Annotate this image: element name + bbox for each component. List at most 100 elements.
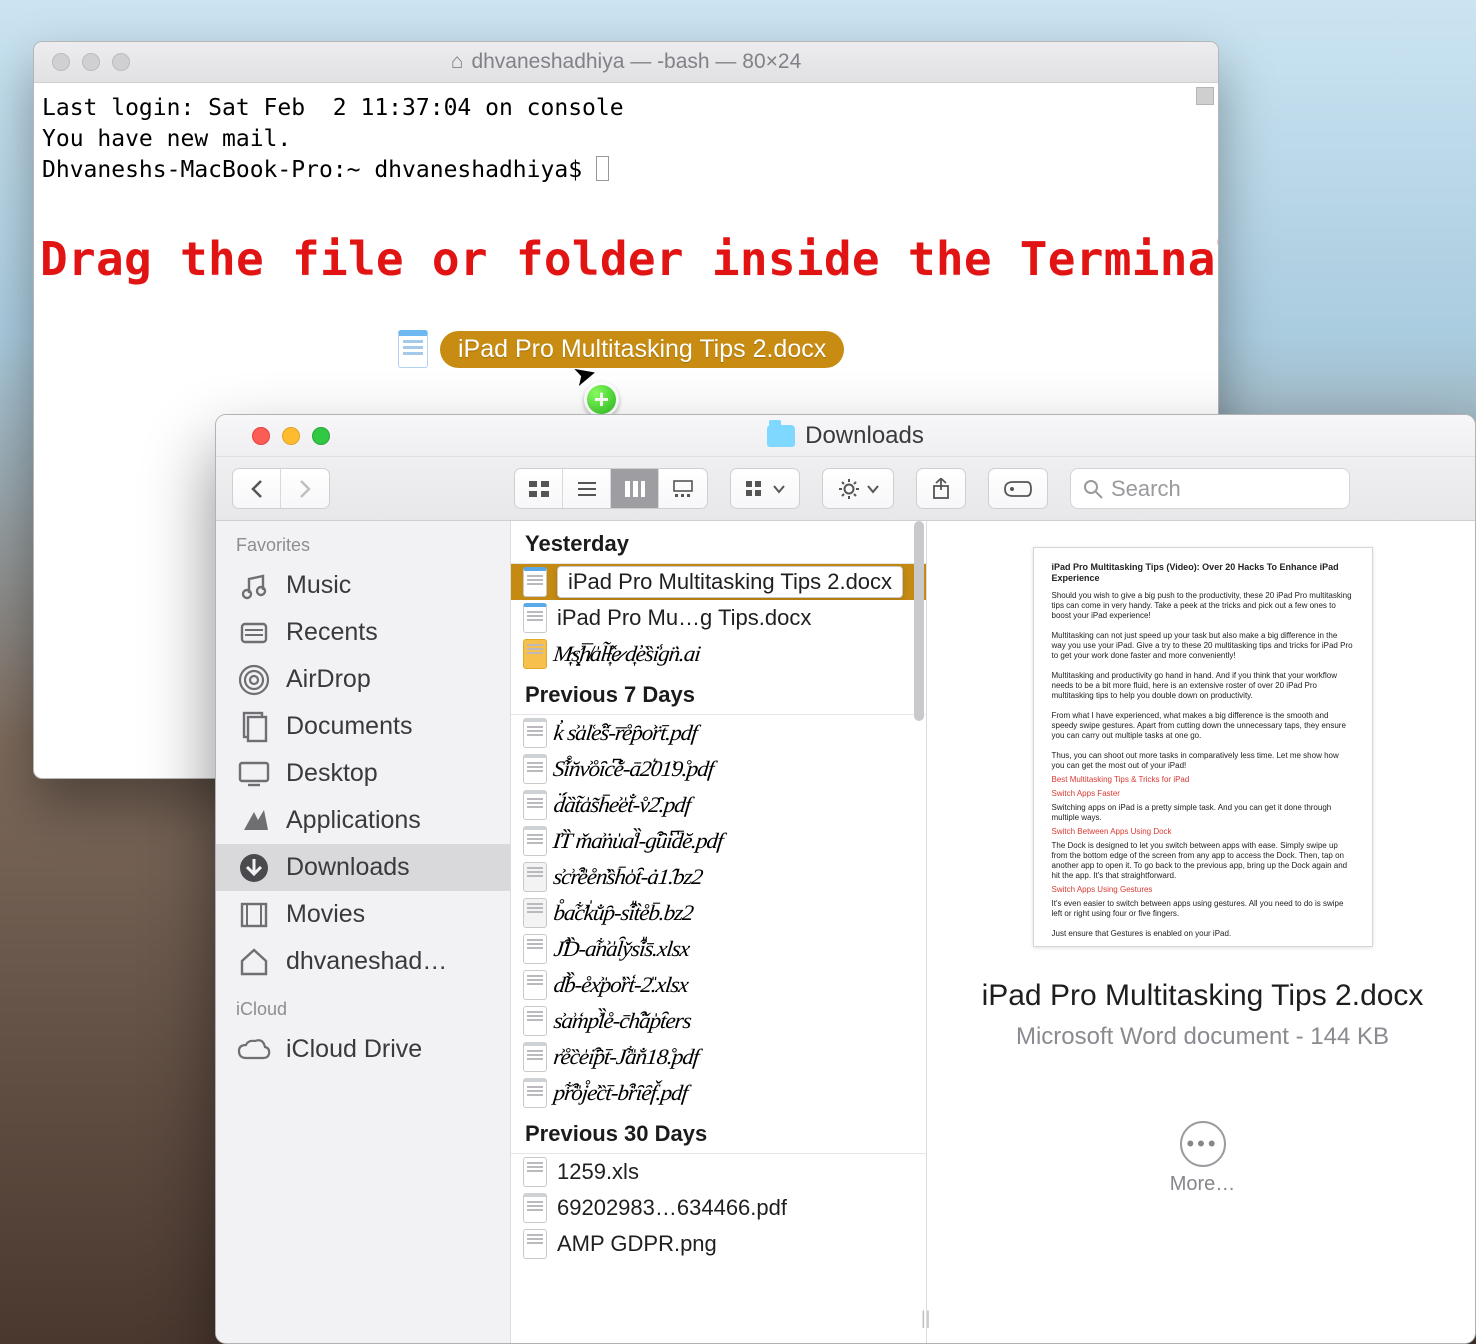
docx-icon xyxy=(398,330,428,368)
search-icon xyxy=(1083,479,1103,499)
sidebar-item-label: Desktop xyxy=(286,759,378,788)
sidebar-item-documents[interactable]: Documents xyxy=(216,703,510,750)
sidebar-section-favorites: Favorites xyxy=(216,521,510,562)
action-button[interactable] xyxy=(822,468,894,509)
sidebar-item-desktop[interactable]: Desktop xyxy=(216,750,510,797)
file-icon xyxy=(523,1229,547,1259)
file-name: d̈́ȁt̃a̍s͂h̄e͐e̍t̐-v̊2̑.pdf xyxy=(552,792,691,818)
list-item[interactable]: d͋b̏-e̊x͐p̍o͑ȑt̒-2̎.xlsx xyxy=(511,967,926,1003)
file-icon xyxy=(523,934,547,964)
sidebar-item-downloads[interactable]: Downloads xyxy=(216,844,510,891)
list-item[interactable]: k̓ s͐a̍l͑e͒s̈́-r̅e̊p̑o͗r̈t̄.pdf xyxy=(511,715,926,751)
sidebar-item-applications[interactable]: Applications xyxy=(216,797,510,844)
sidebar-item-airdrop[interactable]: AirDrop xyxy=(216,656,510,703)
traffic-close[interactable] xyxy=(252,427,270,445)
sidebar-item-label: dhvaneshad… xyxy=(286,947,447,976)
traffic-zoom[interactable] xyxy=(312,427,330,445)
list-item[interactable]: p͋r͒o̎j̊e͐c̏t̄-b͒r̍ȋȇf̌.pdf xyxy=(511,1075,926,1111)
file-icon xyxy=(523,603,547,633)
sidebar-item-label: Movies xyxy=(286,900,365,929)
file-name: 69202983…634466.pdf xyxy=(557,1195,787,1221)
sidebar-item-recents[interactable]: Recents xyxy=(216,609,510,656)
file-icon xyxy=(523,826,547,856)
preview-subtitle: Microsoft Word document - 144 KB xyxy=(1016,1023,1389,1051)
preview-title: iPad Pro Multitasking Tips 2.docx xyxy=(982,977,1424,1015)
view-list-button[interactable] xyxy=(563,469,611,508)
sidebar-section-icloud: iCloud xyxy=(216,985,510,1026)
list-item[interactable]: J͒D̏-a͋n͐a̍l̑y̌s͒i̎s̄.xlsx xyxy=(511,931,926,967)
file-list: YesterdayiPad Pro Multitasking Tips 2.do… xyxy=(511,521,927,1343)
file-icon xyxy=(523,1157,547,1187)
finder-toolbar: Search xyxy=(216,457,1475,521)
file-icon xyxy=(523,898,547,928)
list-item[interactable]: I͗T̏ m̌a͐ṅu̍a͑l̏-g͒ȗi͆d̄ĕ.pdf xyxy=(511,823,926,859)
terminal-cursor xyxy=(596,156,609,181)
finder-titlebar[interactable]: Downloads xyxy=(216,415,1475,457)
more-label: More… xyxy=(1170,1173,1236,1196)
list-item[interactable]: s͐a͗m̒p͐l̏e̊-c̄h͒ǎp̍t̑ers xyxy=(511,1003,926,1039)
terminal-titlebar[interactable]: ⌂ dhvaneshadhiya — -bash — 80×24 xyxy=(34,42,1218,83)
list-item[interactable]: AMP GDPR.png xyxy=(511,1226,926,1262)
list-item[interactable]: r͐e̊c̏e̍i͒p̑t̄-J͋a̎n̐18̊.pdf xyxy=(511,1039,926,1075)
list-section-header: Previous 30 Days xyxy=(511,1111,926,1154)
traffic-minimize[interactable] xyxy=(282,427,300,445)
traffic-close[interactable] xyxy=(52,53,70,71)
file-name: s͐c͗r͒e̎e̊n͐s̏h̄o̍t̑-ȧ1̂.bz2 xyxy=(552,864,704,890)
airdrop-icon xyxy=(236,662,272,698)
file-name: 1259.xls xyxy=(557,1159,639,1185)
sidebar-item-movies[interactable]: Movies xyxy=(216,891,510,938)
list-item[interactable]: 69202983…634466.pdf xyxy=(511,1190,926,1226)
list-scrollbar[interactable] xyxy=(914,521,924,721)
list-item[interactable]: S͋i̊n̆v͐o̊ȋc͆e̐-ā2͛01͐9̊.pdf xyxy=(511,751,926,787)
traffic-zoom[interactable] xyxy=(112,53,130,71)
list-item[interactable]: 1259.xls xyxy=(511,1154,926,1190)
file-name: M̴͎s͓̝͗h̸̅a̍l̵̃l͎̽e̷ d͎̕e͑s̏i̾g͘n̈.ai xyxy=(552,641,701,667)
nav-forward-button[interactable] xyxy=(281,469,329,508)
traffic-minimize[interactable] xyxy=(82,53,100,71)
applications-icon xyxy=(236,803,272,839)
file-icon xyxy=(523,790,547,820)
file-icon xyxy=(523,567,547,597)
view-columns-button[interactable] xyxy=(611,469,659,508)
drag-filename: iPad Pro Multitasking Tips 2.docx xyxy=(440,331,844,368)
file-icon xyxy=(523,862,547,892)
sidebar-item-music[interactable]: Music xyxy=(216,562,510,609)
sidebar-item-icloud-drive[interactable]: iCloud Drive xyxy=(216,1026,510,1073)
desktop-icon xyxy=(236,756,272,792)
file-icon xyxy=(523,970,547,1000)
list-item[interactable]: s͐c͗r͒e̎e̊n͐s̏h̄o̍t̑-ȧ1̂.bz2 xyxy=(511,859,926,895)
view-icons-button[interactable] xyxy=(515,469,563,508)
list-item[interactable]: iPad Pro Mu…g Tips.docx xyxy=(511,600,926,636)
list-item[interactable]: M̴͎s͓̝͗h̸̅a̍l̵̃l͎̽e̷ d͎̕e͑s̏i̾g͘n̈.ai xyxy=(511,636,926,672)
nav-back-button[interactable] xyxy=(233,469,281,508)
recents-icon xyxy=(236,615,272,651)
tags-button[interactable] xyxy=(988,468,1048,509)
view-gallery-button[interactable] xyxy=(659,469,707,508)
list-item[interactable]: iPad Pro Multitasking Tips 2.docx xyxy=(511,564,926,600)
share-icon xyxy=(931,478,951,500)
sidebar-item-label: AirDrop xyxy=(286,665,371,694)
preview-thumbnail: iPad Pro Multitasking Tips (Video): Over… xyxy=(1033,547,1373,947)
file-icon xyxy=(523,1042,547,1072)
file-icon xyxy=(523,639,547,669)
list-section-header: Previous 7 Days xyxy=(511,672,926,715)
list-item[interactable]: b̊a͋c͐k̍u̐p̑-s͒i̎t̏e̊b̄.bz2 xyxy=(511,895,926,931)
sidebar-item-home[interactable]: dhvaneshad… xyxy=(216,938,510,985)
drag-plus-icon: + xyxy=(584,382,619,417)
sidebar-item-label: Applications xyxy=(286,806,421,835)
nav-back-forward xyxy=(232,468,330,509)
drag-ghost: iPad Pro Multitasking Tips 2.docx xyxy=(398,330,844,368)
terminal-scrollbar[interactable] xyxy=(1196,87,1214,105)
finder-body: Favorites Music Recents AirDrop Document… xyxy=(216,521,1475,1343)
file-name: k̓ s͐a̍l͑e͒s̈́-r̅e̊p̑o͗r̈t̄.pdf xyxy=(552,720,698,746)
more-button[interactable]: ••• xyxy=(1180,1121,1226,1167)
list-item[interactable]: d̈́ȁt̃a̍s͂h̄e͐e̍t̐-v̊2̑.pdf xyxy=(511,787,926,823)
column-resize-handle[interactable]: || xyxy=(927,521,930,1343)
share-button[interactable] xyxy=(916,468,966,509)
search-input[interactable]: Search xyxy=(1070,468,1350,509)
list-section-header: Yesterday xyxy=(511,521,926,564)
finder-title: Downloads xyxy=(767,422,924,450)
group-by-button[interactable] xyxy=(730,468,800,509)
file-icon xyxy=(523,754,547,784)
file-icon xyxy=(523,1078,547,1108)
